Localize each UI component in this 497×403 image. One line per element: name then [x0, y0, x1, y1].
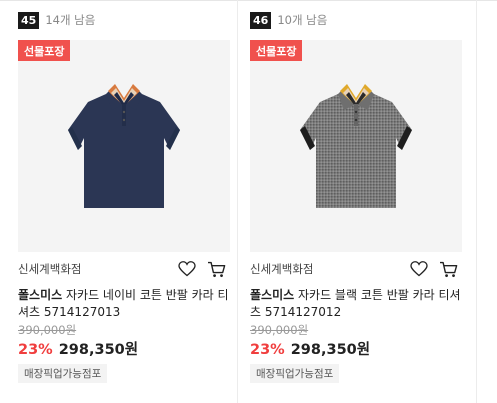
store-pickup-tag: 매장픽업가능점포	[250, 364, 340, 383]
product-card[interactable]: 46 10개 남음 선물포장 신세계백화점 폴스미스 자카드 블랙 코튼 반팔 …	[250, 0, 462, 403]
gift-wrap-badge: 선물포장	[250, 40, 303, 61]
heart-outline-icon[interactable]	[408, 259, 430, 279]
rank-badge: 45	[18, 11, 40, 29]
product-title[interactable]: 폴스미스 자카드 네이비 코튼 반팔 카라 티셔츠 5714127013	[18, 287, 232, 321]
polo-shirt-image	[300, 84, 412, 208]
seller-row: 신세계백화점	[250, 259, 462, 279]
gift-wrap-badge: 선물포장	[18, 40, 71, 61]
stock-remaining: 14개 남음	[45, 13, 96, 27]
price-row: 23% 298,350원	[250, 338, 370, 359]
seller-row: 신세계백화점	[18, 259, 230, 279]
product-image[interactable]: 선물포장	[250, 40, 462, 252]
sale-price: 298,350원	[58, 342, 139, 358]
cart-icon[interactable]	[205, 259, 227, 279]
rank-badge: 46	[250, 11, 272, 29]
seller-name: 신세계백화점	[250, 262, 314, 276]
product-title[interactable]: 폴스미스 자카드 블랙 코튼 반팔 카라 티셔츠 5714127012	[250, 287, 464, 321]
price-row: 23% 298,350원	[18, 338, 138, 359]
rank-row: 45 14개 남음	[18, 11, 95, 29]
seller-name: 신세계백화점	[18, 262, 82, 276]
column-divider	[237, 0, 238, 403]
brand-name: 폴스미스	[18, 288, 63, 302]
brand-name: 폴스미스	[250, 288, 295, 302]
cart-icon[interactable]	[437, 259, 459, 279]
store-pickup-tag: 매장픽업가능점포	[18, 364, 108, 383]
original-price: 390,000원	[250, 323, 309, 337]
rank-row: 46 10개 남음	[250, 11, 327, 29]
sale-price: 298,350원	[290, 342, 371, 358]
stock-remaining: 10개 남음	[277, 13, 328, 27]
polo-shirt-image	[68, 84, 180, 208]
heart-outline-icon[interactable]	[176, 259, 198, 279]
column-divider	[476, 0, 477, 403]
product-image[interactable]: 선물포장	[18, 40, 230, 252]
discount-rate: 23%	[18, 342, 53, 358]
discount-rate: 23%	[250, 342, 285, 358]
product-card[interactable]: 45 14개 남음 선물포장 신세계백화점 폴스미스 자카드 네이비 코튼 반팔…	[18, 0, 230, 403]
original-price: 390,000원	[18, 323, 77, 337]
